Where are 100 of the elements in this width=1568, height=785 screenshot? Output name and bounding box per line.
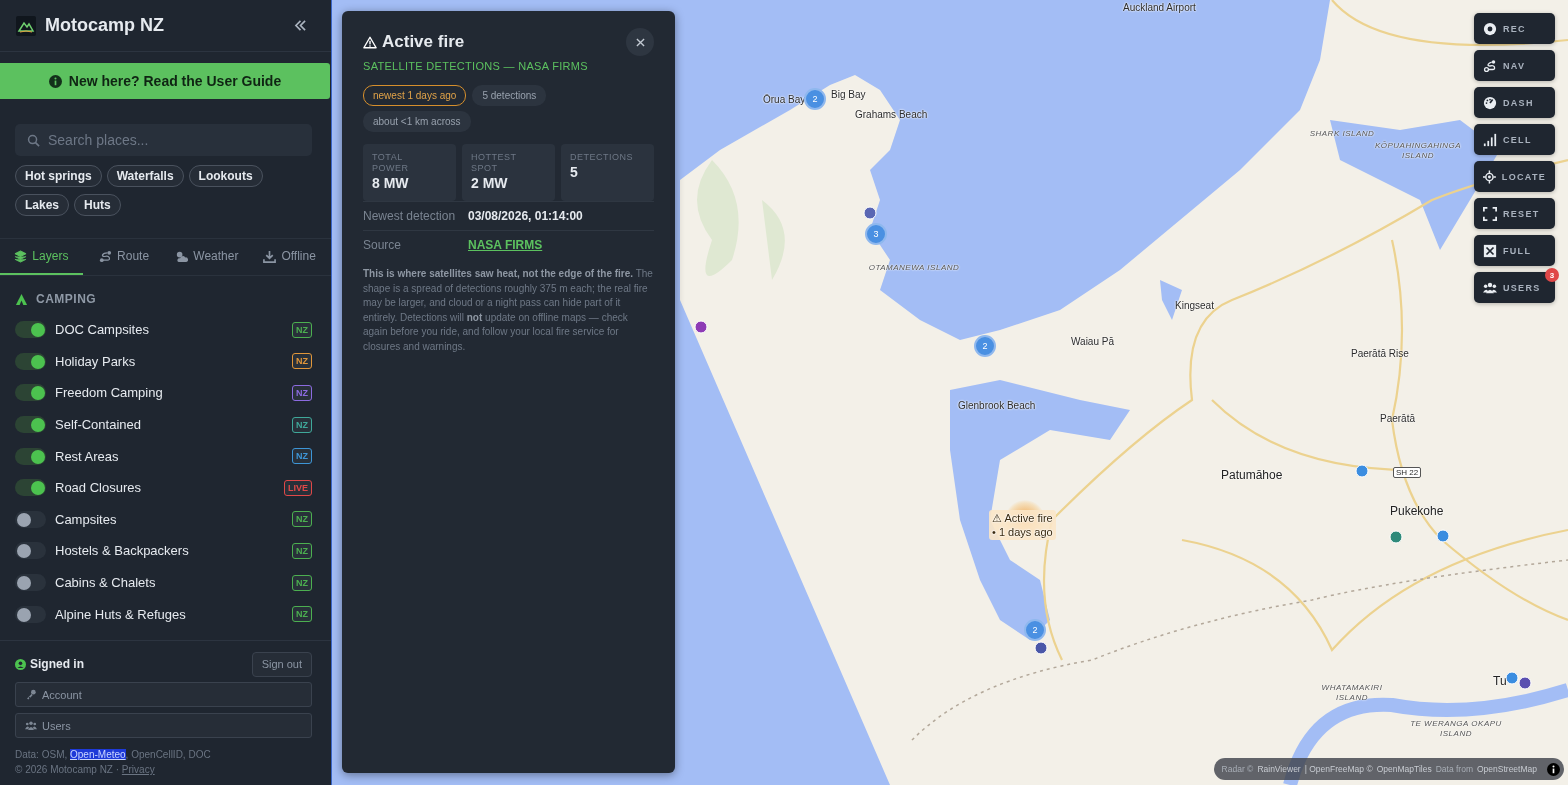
layer-toggle[interactable] (15, 605, 46, 623)
filter-chip[interactable]: Lakes (15, 194, 70, 216)
place-label: Kingseat (1175, 300, 1214, 311)
notification-badge: 3 (1545, 268, 1559, 282)
reset-icon (1483, 206, 1497, 221)
stat-label: HOTTEST SPOT (471, 152, 518, 174)
panel-title: Active fire (363, 32, 465, 52)
place-label: OTAMANEWA ISLAND (868, 263, 960, 273)
map-control-button[interactable]: FULL (1474, 235, 1555, 266)
users-icon (1483, 280, 1497, 295)
layer-toggle[interactable] (15, 510, 46, 528)
layer-toggle[interactable] (15, 384, 46, 402)
filter-chip[interactable]: Hot springs (15, 165, 102, 187)
attribution-link[interactable]: | OpenFreeMap © (1304, 764, 1373, 774)
user-icon (15, 658, 26, 670)
place-label: Grahams Beach (855, 109, 928, 120)
attribution-link[interactable]: OpenMapTiles (1376, 764, 1432, 774)
layer-name: Holiday Parks (55, 353, 137, 369)
full-icon (1483, 243, 1497, 258)
stat-value: 8 MW (372, 175, 410, 191)
layer-toggle[interactable] (15, 479, 46, 497)
layer-toggle[interactable] (15, 416, 46, 434)
place-label: Ōrua Bay (763, 94, 806, 105)
section-title: CAMPING (36, 292, 97, 306)
layer-toggle[interactable] (15, 352, 46, 370)
layer-tag: NZ (292, 353, 312, 370)
info-icon[interactable] (1547, 762, 1560, 776)
search-icon (27, 134, 40, 147)
layer-tag: NZ (292, 574, 312, 591)
place-label: Pukekohe (1390, 504, 1444, 518)
layer-tag: NZ (292, 416, 312, 433)
attribution-text: Data from (1435, 764, 1473, 774)
detail-value: 03/08/2026, 01:14:00 (468, 209, 583, 223)
users-icon (25, 720, 37, 731)
layer-toggle[interactable] (15, 321, 46, 339)
tab[interactable]: Layers (0, 239, 83, 275)
info-chip: 5 detections (472, 85, 547, 106)
layers-icon (14, 249, 28, 263)
user-guide-button[interactable]: New here? Read the User Guide (0, 63, 330, 99)
open-meteo-link[interactable]: Open-Meteo (70, 749, 126, 760)
map-control-button[interactable]: LOCATE (1474, 161, 1555, 192)
locate-icon (1483, 169, 1496, 184)
info-icon (48, 74, 62, 88)
place-label: Auckland Airport (1123, 2, 1196, 13)
privacy-link[interactable]: Privacy (121, 764, 155, 775)
place-label: Patumāhoe (1221, 468, 1283, 482)
layer-tag: NZ (292, 321, 312, 338)
attribution-link[interactable]: OpenStreetMap (1477, 764, 1537, 774)
dash-icon (1483, 95, 1497, 110)
route-icon (99, 249, 113, 263)
close-icon (635, 37, 645, 47)
tab[interactable]: Route (82, 239, 166, 275)
layer-tag: NZ (292, 385, 312, 401)
place-label: Tu (1493, 674, 1507, 688)
download-icon (263, 249, 277, 263)
layer-tag: NZ (292, 448, 312, 465)
layer-tag: LIVE (284, 479, 312, 496)
map-control-button[interactable]: RESET (1474, 198, 1555, 229)
close-button[interactable] (626, 28, 654, 56)
map-control-button[interactable]: REC (1474, 13, 1555, 44)
place-label: Paerātā (1380, 413, 1416, 424)
collapse-icon[interactable] (294, 20, 307, 31)
warning-icon (363, 35, 377, 49)
tab[interactable]: Offline (248, 239, 331, 275)
layer-name: Alpine Huts & Refuges (55, 606, 187, 622)
layer-toggle[interactable] (15, 574, 46, 592)
search-field[interactable]: Search places... (15, 124, 312, 156)
fire-label[interactable]: ⚠ Active fire • 1 days ago (989, 510, 1056, 540)
layer-name: Cabins & Chalets (55, 575, 157, 591)
layer-tag: NZ (292, 511, 312, 528)
detail-label: Newest detection (363, 209, 457, 223)
layer-tag: NZ (292, 542, 312, 559)
place-label: Waiau Pā (1071, 336, 1114, 347)
sign-out-button[interactable]: Sign out (251, 651, 312, 677)
map-control-button[interactable]: DASH (1474, 87, 1555, 118)
map-control-button[interactable]: NAV (1474, 50, 1555, 81)
filter-chip[interactable]: Lookouts (188, 165, 263, 187)
info-chip: about <1 km across (363, 111, 471, 132)
stat-value: 2 MW (471, 175, 509, 191)
filter-chip[interactable]: Huts (74, 194, 121, 216)
source-link[interactable]: NASA FIRMS (468, 238, 543, 252)
layer-tag: NZ (292, 606, 312, 623)
place-label: SHARK ISLAND (1308, 129, 1376, 139)
key-icon (25, 689, 37, 700)
layer-name: DOC Campsites (55, 322, 150, 338)
cell-icon (1483, 132, 1497, 147)
fire-disclaimer: This is where satellites saw heat, not the edge of the fire. The shape is a spread of detections roughly 375 m each; the real fire may be larger, and cloud or a night pass can hide part of it entirely. Detections will not update on offline maps — check again before you ride, and follow your local fire service for closures and warnings. (363, 267, 654, 354)
signed-in-status: Signed in (30, 657, 85, 671)
attribution-link[interactable]: RainViewer (1257, 764, 1301, 774)
layer-toggle[interactable] (15, 542, 46, 560)
account-button[interactable]: Account (15, 682, 312, 707)
place-label: Big Bay (831, 89, 866, 100)
filter-chip[interactable]: Waterfalls (106, 165, 184, 187)
tab[interactable]: Weather (165, 239, 249, 275)
layer-toggle[interactable] (15, 447, 46, 465)
users-button[interactable]: Users (15, 713, 312, 738)
data-credits: Data: OSM, Open-Meteo, OpenCellID, DOC (15, 748, 212, 762)
stat-label: TOTAL POWER (372, 152, 410, 174)
tent-icon (15, 292, 28, 306)
map-control-button[interactable]: CELL (1474, 124, 1555, 155)
